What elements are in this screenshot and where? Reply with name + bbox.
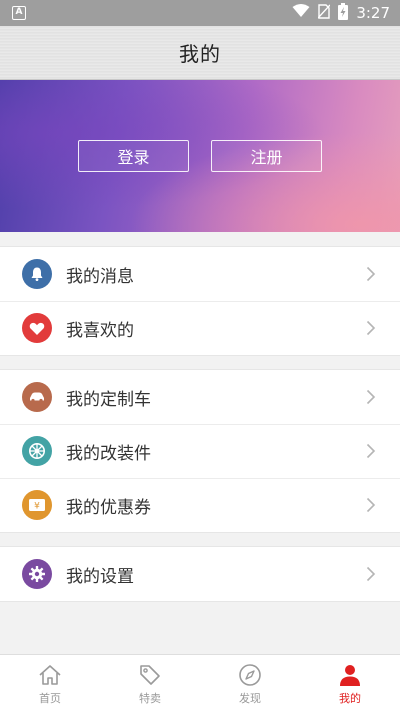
menu-item-settings[interactable]: 我的设置 xyxy=(0,547,400,601)
chevron-right-icon xyxy=(356,313,386,343)
tag-icon xyxy=(137,662,163,688)
gear-icon xyxy=(22,559,52,589)
status-time: 3:27 xyxy=(356,4,390,22)
tab-sale[interactable]: 特卖 xyxy=(100,655,200,711)
menu-group-orders: 我的定制车 我的改装件 ¥ 我的优惠券 xyxy=(0,369,400,533)
login-button[interactable]: 登录 xyxy=(78,140,189,172)
svg-text:¥: ¥ xyxy=(34,502,40,512)
menu-item-favorites[interactable]: 我喜欢的 xyxy=(0,301,400,355)
coupon-icon: ¥ xyxy=(22,490,52,520)
menu-item-label: 我的消息 xyxy=(66,266,134,287)
wifi-icon xyxy=(292,4,310,22)
battery-charging-icon xyxy=(338,2,349,24)
menu-item-label: 我的定制车 xyxy=(66,389,151,410)
car-icon xyxy=(22,382,52,412)
bell-icon xyxy=(22,259,52,289)
menu-group-personal: 我的消息 我喜欢的 xyxy=(0,246,400,356)
home-icon xyxy=(37,662,63,688)
chevron-right-icon xyxy=(356,436,386,466)
chevron-right-icon xyxy=(356,259,386,289)
wheel-icon xyxy=(22,436,52,466)
menu-item-modified-parts[interactable]: 我的改装件 xyxy=(0,424,400,478)
menu-item-coupons[interactable]: ¥ 我的优惠券 xyxy=(0,478,400,532)
heart-icon xyxy=(22,313,52,343)
title-bar: 我的 xyxy=(0,26,400,80)
register-button[interactable]: 注册 xyxy=(211,140,322,172)
user-icon xyxy=(337,662,363,688)
profile-header-banner: 登录 注册 xyxy=(0,80,400,232)
compass-icon xyxy=(237,662,263,688)
chevron-right-icon xyxy=(356,490,386,520)
menu-item-label: 我的设置 xyxy=(66,566,134,587)
tab-home[interactable]: 首页 xyxy=(0,655,100,711)
tab-label: 特卖 xyxy=(139,692,161,705)
tab-label: 我的 xyxy=(339,692,361,705)
menu-item-messages[interactable]: 我的消息 xyxy=(0,247,400,301)
notification-app-icon: A xyxy=(12,6,26,20)
status-bar: A 3:27 xyxy=(0,0,400,26)
menu-group-settings: 我的设置 xyxy=(0,546,400,602)
chevron-right-icon xyxy=(356,559,386,589)
no-sim-icon xyxy=(317,3,331,23)
page-title: 我的 xyxy=(179,42,221,66)
menu-item-label: 我的改装件 xyxy=(66,443,151,464)
tab-label: 首页 xyxy=(39,692,61,705)
chevron-right-icon xyxy=(356,382,386,412)
bottom-tab-bar: 首页 特卖 发现 我的 xyxy=(0,654,400,711)
tab-mine[interactable]: 我的 xyxy=(300,655,400,711)
menu-item-label: 我的优惠券 xyxy=(66,497,151,518)
tab-label: 发现 xyxy=(239,692,261,705)
menu-item-custom-car[interactable]: 我的定制车 xyxy=(0,370,400,424)
tab-discover[interactable]: 发现 xyxy=(200,655,300,711)
menu-item-label: 我喜欢的 xyxy=(66,320,134,341)
